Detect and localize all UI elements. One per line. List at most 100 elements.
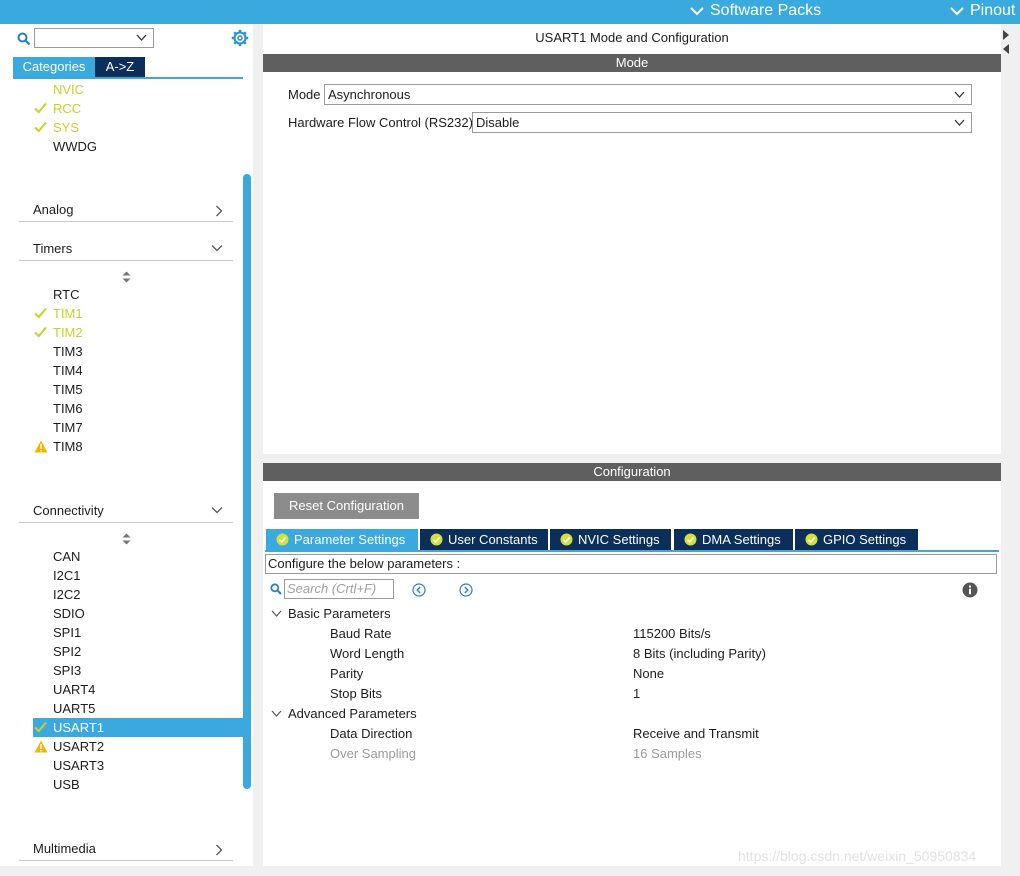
- sidebar-item-tim6[interactable]: TIM6: [9, 399, 239, 418]
- param-row-over-sampling: Over Sampling 16 Samples: [263, 744, 1001, 764]
- list-item-label: SPI1: [53, 625, 82, 640]
- list-item-label: USART2: [53, 739, 105, 754]
- next-result-icon[interactable]: [459, 583, 473, 597]
- sidebar-item-i2c2[interactable]: I2C2: [9, 585, 239, 604]
- list-item-label: CAN: [53, 549, 81, 564]
- parameter-search-input[interactable]: Search (Crtl+F): [284, 579, 394, 599]
- sidebar-item-wwdg[interactable]: WWDG: [9, 137, 239, 156]
- mode-select-value: Asynchronous: [328, 87, 411, 102]
- sidebar-item-sdio[interactable]: SDIO: [9, 604, 239, 623]
- tab-dma-settings-label: DMA Settings: [702, 532, 781, 547]
- pinout-menu[interactable]: Pinout: [950, 1, 1015, 21]
- sort-icon[interactable]: [122, 533, 131, 545]
- mode-select[interactable]: Asynchronous: [324, 84, 972, 105]
- list-item-label: SDIO: [53, 606, 85, 621]
- software-packs-menu[interactable]: Software Packs: [690, 1, 821, 21]
- sidebar-scrollbar[interactable]: [243, 174, 251, 789]
- connectivity-list: CAN I2C1 I2C2 SDIO SPI1 SPI2 SPI3 UART4 UART5 USA…: [9, 547, 243, 794]
- info-icon[interactable]: [962, 582, 978, 598]
- tab-gpio-settings-label: GPIO Settings: [823, 532, 907, 547]
- chevron-down-icon: [950, 7, 964, 16]
- tab-nvic-settings[interactable]: NVIC Settings: [550, 529, 671, 550]
- param-row-data-direction[interactable]: Data Direction Receive and Transmit: [263, 724, 1001, 744]
- parameters-description: Configure the below parameters :: [265, 554, 997, 574]
- chevron-down-icon: [954, 91, 965, 98]
- tab-categories[interactable]: Categories: [13, 57, 95, 77]
- tab-parameter-settings[interactable]: Parameter Settings: [266, 529, 418, 550]
- sidebar-item-tim7[interactable]: TIM7: [9, 418, 239, 437]
- list-item-label: I2C1: [53, 568, 81, 583]
- check-circle-icon: [276, 533, 289, 546]
- sidebar-item-i2c1[interactable]: I2C1: [9, 566, 239, 585]
- param-row-parity[interactable]: Parity None: [263, 664, 1001, 684]
- reset-configuration-button[interactable]: Reset Configuration: [274, 493, 419, 519]
- list-item-label: SYS: [53, 120, 80, 135]
- list-item-label: WWDG: [53, 139, 98, 154]
- param-row-baud-rate[interactable]: Baud Rate 115200 Bits/s: [263, 624, 1001, 644]
- group-advanced-parameters-label: Advanced Parameters: [288, 706, 417, 721]
- param-row-stop-bits[interactable]: Stop Bits 1: [263, 684, 1001, 704]
- list-item-label: RTC: [53, 287, 80, 302]
- category-multimedia[interactable]: Multimedia: [19, 836, 233, 861]
- param-value: 115200 Bits/s: [633, 626, 711, 641]
- sidebar-item-usart2[interactable]: USART2: [9, 737, 239, 756]
- sidebar-item-can[interactable]: CAN: [9, 547, 239, 566]
- tab-dma-settings[interactable]: DMA Settings: [674, 529, 793, 550]
- pinout-label: Pinout: [970, 2, 1016, 19]
- sidebar-item-spi1[interactable]: SPI1: [9, 623, 239, 642]
- sidebar-item-usart3[interactable]: USART3: [9, 756, 239, 775]
- chevron-right-icon: [216, 205, 223, 217]
- list-item-label: TIM1: [53, 306, 83, 321]
- sidebar-item-rcc[interactable]: RCC: [9, 99, 239, 118]
- sidebar-item-usb[interactable]: USB: [9, 775, 239, 794]
- sidebar-item-tim4[interactable]: TIM4: [9, 361, 239, 380]
- tab-a-to-z[interactable]: A->Z: [95, 57, 145, 77]
- sidebar-item-usart1[interactable]: USART1: [33, 718, 243, 737]
- sidebar-item-tim8[interactable]: TIM8: [9, 437, 239, 456]
- mode-label: Mode: [288, 87, 321, 102]
- panel-divider[interactable]: [253, 24, 263, 866]
- gear-icon[interactable]: [231, 29, 249, 47]
- tab-gpio-settings[interactable]: GPIO Settings: [795, 529, 918, 550]
- tab-nvic-settings-label: NVIC Settings: [578, 532, 660, 547]
- sidebar-item-rtc[interactable]: RTC: [9, 285, 239, 304]
- group-advanced-parameters[interactable]: Advanced Parameters: [263, 704, 563, 724]
- sidebar-item-tim2[interactable]: TIM2: [9, 323, 239, 342]
- check-circle-icon: [684, 533, 697, 546]
- top-bar: Software Packs Pinout: [0, 0, 1020, 24]
- search-icon: [270, 583, 282, 595]
- param-value: Receive and Transmit: [633, 726, 759, 741]
- list-item-label: USART3: [53, 758, 105, 773]
- warning-icon: [34, 740, 48, 753]
- sidebar-item-spi3[interactable]: SPI3: [9, 661, 239, 680]
- param-name: Word Length: [330, 646, 405, 661]
- param-row-word-length[interactable]: Word Length 8 Bits (including Parity): [263, 644, 1001, 664]
- mode-section-header: Mode: [263, 54, 1001, 72]
- category-analog[interactable]: Analog: [19, 197, 233, 222]
- panel-scroll-arrows-icon[interactable]: [1002, 28, 1010, 56]
- sidebar-item-sys[interactable]: SYS: [9, 118, 239, 137]
- sidebar-item-spi2[interactable]: SPI2: [9, 642, 239, 661]
- sidebar-item-nvic[interactable]: NVIC: [9, 80, 239, 99]
- warning-icon: [34, 440, 48, 453]
- previous-result-icon[interactable]: [412, 583, 426, 597]
- check-icon: [34, 721, 47, 733]
- param-value: None: [633, 666, 665, 681]
- sort-icon[interactable]: [122, 271, 131, 283]
- param-name: Parity: [330, 666, 364, 681]
- tab-user-constants[interactable]: User Constants: [420, 529, 548, 550]
- group-basic-parameters[interactable]: Basic Parameters: [263, 604, 563, 624]
- category-connectivity[interactable]: Connectivity: [19, 498, 233, 523]
- sidebar-item-tim3[interactable]: TIM3: [9, 342, 239, 361]
- sidebar-search-combo[interactable]: [34, 28, 154, 48]
- panel-splitter[interactable]: [263, 454, 1001, 463]
- sidebar-item-uart4[interactable]: UART4: [9, 680, 239, 699]
- sidebar: Categories A->Z NVIC RCC SYS WWDG Analog Ti…: [9, 24, 254, 866]
- flow-control-select[interactable]: Disable: [472, 112, 972, 133]
- category-timers-label: Timers: [33, 241, 73, 256]
- sidebar-item-tim1[interactable]: TIM1: [9, 304, 239, 323]
- search-icon[interactable]: [17, 32, 31, 46]
- sidebar-item-tim5[interactable]: TIM5: [9, 380, 239, 399]
- category-timers[interactable]: Timers: [19, 236, 233, 261]
- sidebar-item-uart5[interactable]: UART5: [9, 699, 239, 718]
